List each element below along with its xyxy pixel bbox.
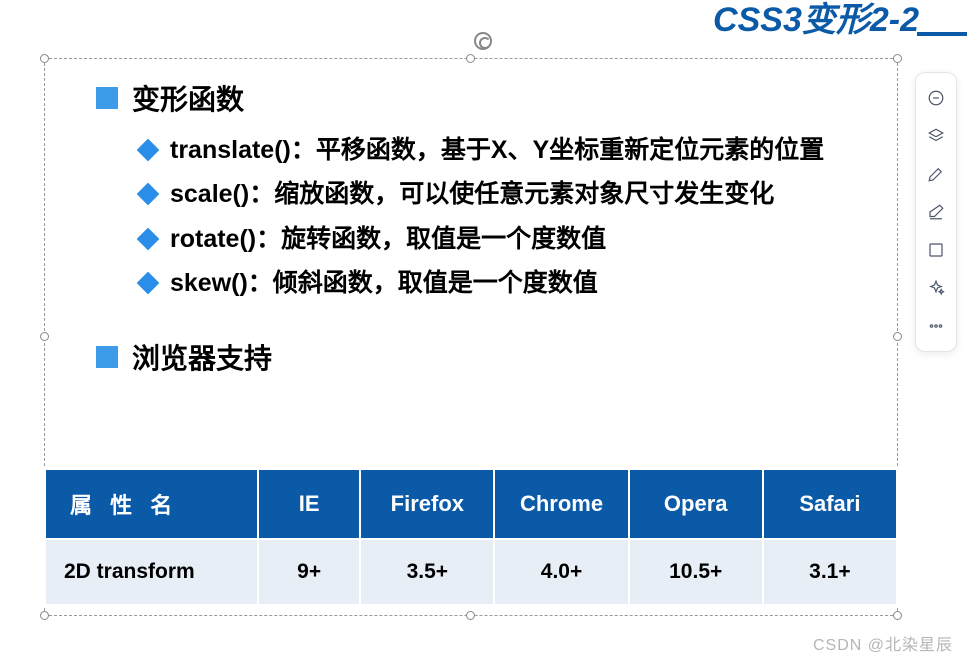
section-title: 变形函数 <box>132 78 244 118</box>
list-item: scale()：缩放函数，可以使任意元素对象尺寸发生变化 <box>140 176 906 212</box>
diamond-bullet-icon <box>137 271 160 294</box>
rotate-handle-icon[interactable] <box>474 32 492 50</box>
resize-handle-tm[interactable] <box>466 54 475 63</box>
frame-button[interactable] <box>920 234 952 266</box>
minus-circle-icon <box>927 89 945 107</box>
function-text: skew()：倾斜函数，取值是一个度数值 <box>170 265 598 301</box>
diamond-bullet-icon <box>137 139 160 162</box>
resize-handle-ml[interactable] <box>40 332 49 341</box>
layers-button[interactable] <box>920 120 952 152</box>
table-header: IE <box>258 469 360 539</box>
function-list: translate()：平移函数，基于X、Y坐标重新定位元素的位置 scale(… <box>140 132 906 301</box>
magic-button[interactable] <box>920 272 952 304</box>
list-item: rotate()：旋转函数，取值是一个度数值 <box>140 221 906 257</box>
table-row: 2D transform 9+ 3.5+ 4.0+ 10.5+ 3.1+ <box>45 539 897 605</box>
function-text: rotate()：旋转函数，取值是一个度数值 <box>170 221 606 257</box>
watermark: CSDN @北染星辰 <box>813 631 953 655</box>
layers-icon <box>927 127 945 145</box>
section-transform-functions: 变形函数 <box>96 78 906 118</box>
list-item: translate()：平移函数，基于X、Y坐标重新定位元素的位置 <box>140 132 906 168</box>
slide-content: 变形函数 translate()：平移函数，基于X、Y坐标重新定位元素的位置 s… <box>96 78 906 391</box>
resize-handle-tl[interactable] <box>40 54 49 63</box>
table-cell: 3.5+ <box>360 539 494 605</box>
resize-handle-br[interactable] <box>893 611 902 620</box>
function-text: scale()：缩放函数，可以使任意元素对象尺寸发生变化 <box>170 176 774 212</box>
table-header: Chrome <box>494 469 628 539</box>
table-cell: 3.1+ <box>763 539 897 605</box>
list-item: skew()：倾斜函数，取值是一个度数值 <box>140 265 906 301</box>
eraser-button[interactable] <box>920 196 952 228</box>
table-header: Safari <box>763 469 897 539</box>
resize-handle-bm[interactable] <box>466 611 475 620</box>
square-bullet-icon <box>96 87 118 109</box>
resize-handle-bl[interactable] <box>40 611 49 620</box>
diamond-bullet-icon <box>137 183 160 206</box>
square-bullet-icon <box>96 346 118 368</box>
browser-support-table: 属 性 名 IE Firefox Chrome Opera Safari 2D … <box>44 468 898 606</box>
table-cell: 2D transform <box>45 539 258 605</box>
section-title: 浏览器支持 <box>132 337 272 377</box>
sparkle-icon <box>927 279 945 297</box>
brush-button[interactable] <box>920 158 952 190</box>
table-header: 属 性 名 <box>45 469 258 539</box>
resize-handle-tr[interactable] <box>893 54 902 63</box>
more-button[interactable] <box>920 310 952 342</box>
more-icon <box>927 317 945 335</box>
table-cell: 10.5+ <box>629 539 763 605</box>
brush-icon <box>927 165 945 183</box>
section-browser-support: 浏览器支持 <box>96 337 906 377</box>
eraser-icon <box>927 203 945 221</box>
table-cell: 9+ <box>258 539 360 605</box>
side-toolbar <box>915 72 957 352</box>
function-text: translate()：平移函数，基于X、Y坐标重新定位元素的位置 <box>170 132 824 168</box>
table-cell: 4.0+ <box>494 539 628 605</box>
frame-icon <box>927 241 945 259</box>
table-header: Opera <box>629 469 763 539</box>
table-header-row: 属 性 名 IE Firefox Chrome Opera Safari <box>45 469 897 539</box>
table-header: Firefox <box>360 469 494 539</box>
page-title: CSS3变形2-2 <box>713 0 919 41</box>
zoom-out-button[interactable] <box>920 82 952 114</box>
title-underline <box>917 32 967 36</box>
diamond-bullet-icon <box>137 227 160 250</box>
